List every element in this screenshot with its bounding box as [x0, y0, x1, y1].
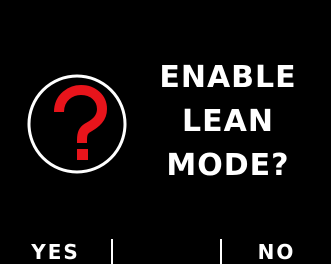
- no-button[interactable]: NO: [222, 239, 331, 264]
- question-mark-icon: [27, 74, 127, 174]
- yes-button[interactable]: YES: [0, 239, 111, 264]
- message-line-2: LEAN: [182, 104, 274, 139]
- softkey-bar: YES NO: [0, 239, 331, 264]
- blank-softkey[interactable]: [113, 239, 220, 264]
- message-line-3: MODE?: [166, 148, 290, 183]
- message-line-1: ENABLE: [159, 60, 297, 95]
- dialog-screen: ENABLE LEAN MODE? YES NO: [0, 0, 331, 264]
- dialog-message: ENABLE LEAN MODE?: [148, 56, 308, 188]
